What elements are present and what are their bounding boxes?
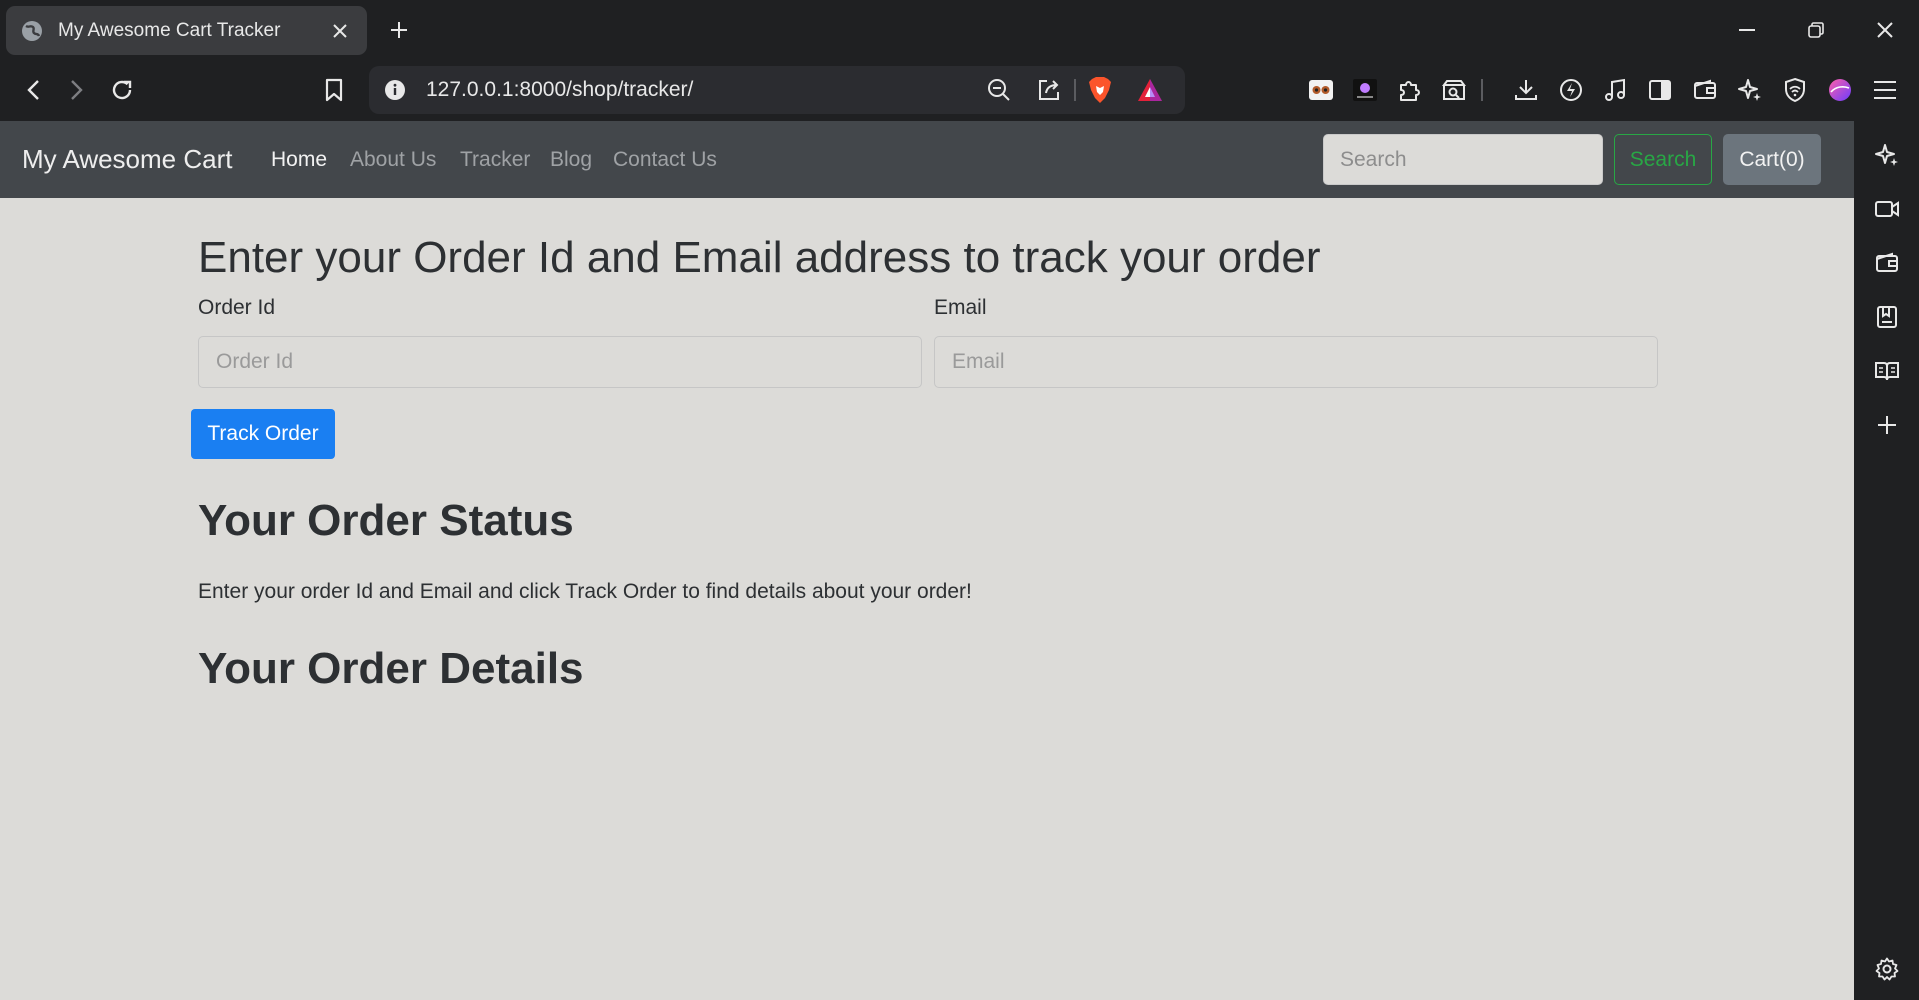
leo-speed-icon[interactable] [1556,75,1586,105]
nav-link-home[interactable]: Home [271,121,327,198]
browser-tab[interactable]: My Awesome Cart Tracker [6,6,367,55]
brave-rewards-icon[interactable] [1136,76,1164,104]
sidebar-settings-gear-icon[interactable] [1871,953,1903,985]
brave-shields-icon[interactable] [1086,76,1114,104]
track-order-button[interactable]: Track Order [191,409,335,459]
profile-avatar-icon[interactable] [1825,75,1855,105]
leo-ai-icon[interactable] [1735,75,1765,105]
toolbar-divider [1479,75,1485,105]
zoom-out-icon[interactable] [985,76,1013,104]
reload-button[interactable] [104,72,140,108]
forward-button[interactable] [59,72,95,108]
email-input[interactable] [934,336,1658,388]
tab-title: My Awesome Cart Tracker [58,19,281,41]
extensions-puzzle-icon[interactable] [1395,75,1425,105]
sidebar-leo-icon[interactable] [1871,139,1903,171]
sidebar-reading-list-icon[interactable] [1871,355,1903,387]
sidebar-wallet-icon[interactable] [1871,247,1903,279]
cart-button[interactable]: Cart(0) [1723,134,1821,185]
address-bar[interactable]: 127.0.0.1:8000/shop/tracker/ [369,66,1185,114]
bookmark-icon[interactable] [316,72,352,108]
wallet-icon[interactable] [1690,75,1720,105]
sidebar-toggle-icon[interactable] [1645,75,1675,105]
music-note-icon[interactable] [1600,75,1630,105]
order-status-message: Enter your order Id and Email and click … [198,580,972,603]
downloads-icon[interactable] [1511,75,1541,105]
minimize-window-button[interactable] [1727,12,1767,48]
share-icon[interactable] [1035,76,1063,104]
nav-link-tracker[interactable]: Tracker [460,121,530,198]
globe-icon [20,19,44,43]
order-id-input[interactable] [198,336,922,388]
address-bar-divider [1074,79,1076,101]
new-tab-button[interactable] [383,14,415,46]
nav-link-about[interactable]: About Us [350,121,436,198]
extension-screen-icon[interactable] [1350,75,1380,105]
browser-sidebar [1854,121,1919,1000]
search-button[interactable]: Search [1614,134,1712,185]
restore-window-button[interactable] [1796,12,1836,48]
close-window-button[interactable] [1865,12,1905,48]
page-viewport: My Awesome Cart Home About Us Tracker Bl… [0,121,1854,1000]
order-details-heading: Your Order Details [198,644,584,693]
vpn-shield-icon[interactable] [1780,75,1810,105]
url-text[interactable]: 127.0.0.1:8000/shop/tracker/ [426,66,693,114]
order-id-label: Order Id [198,296,276,319]
reader-search-icon[interactable] [1439,75,1469,105]
order-status-heading: Your Order Status [198,496,574,545]
site-navbar: My Awesome Cart Home About Us Tracker Bl… [0,121,1854,198]
site-info-icon[interactable] [383,78,407,107]
nav-link-contact[interactable]: Contact Us [613,121,717,198]
sidebar-bookmarks-icon[interactable] [1871,301,1903,333]
extension-owl-icon[interactable] [1306,75,1336,105]
close-tab-icon[interactable] [327,18,353,44]
site-search-input[interactable] [1323,134,1603,185]
tab-strip: My Awesome Cart Tracker [0,0,1919,60]
sidebar-talk-icon[interactable] [1871,193,1903,225]
sidebar-add-icon[interactable] [1871,409,1903,441]
email-label: Email [934,296,987,319]
site-brand[interactable]: My Awesome Cart [22,121,232,198]
menu-hamburger-icon[interactable] [1870,75,1900,105]
tracker-heading: Enter your Order Id and Email address to… [198,233,1321,282]
back-button[interactable] [15,72,51,108]
nav-link-blog[interactable]: Blog [550,121,592,198]
